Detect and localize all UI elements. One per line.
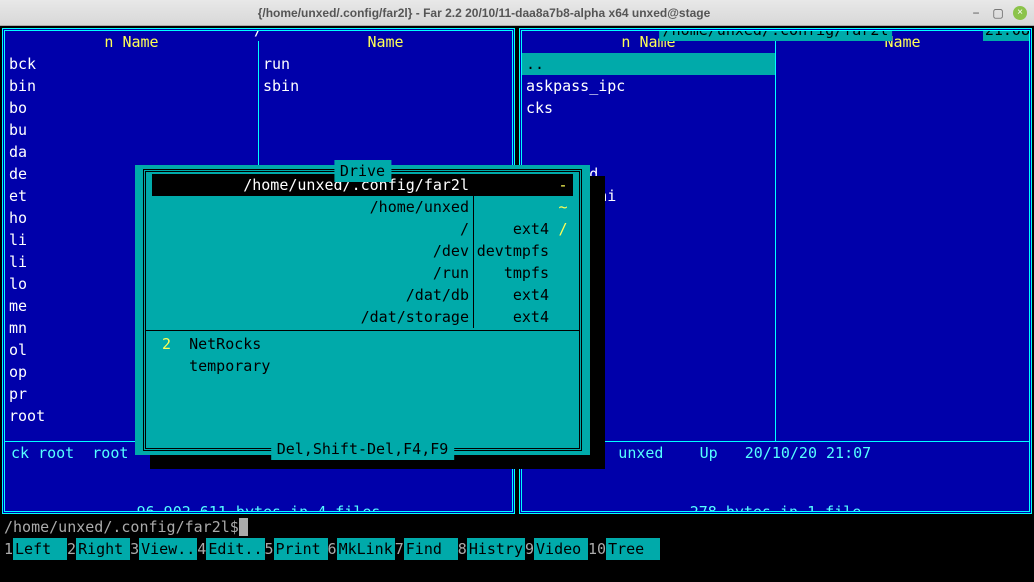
list-item[interactable]: bu [5, 119, 258, 141]
fkey-number: 1 [4, 538, 13, 560]
right-panel-summary: 278 bytes in 1 file [686, 501, 866, 514]
dialog-footer: Del,Shift-Del,F4,F9 [271, 438, 455, 460]
drive-path: /dat/db [152, 284, 473, 306]
drive-fs: ext4 [473, 218, 553, 240]
fkey-7[interactable]: 7Find [395, 538, 458, 560]
dialog-title: Drive [334, 160, 391, 182]
extra-number: 2 [162, 335, 189, 353]
drive-row[interactable]: /runtmpfs [152, 262, 573, 284]
drive-row[interactable]: /dat/dbext4 [152, 284, 573, 306]
command-prompt: /home/unxed/.config/far2l$ [4, 518, 239, 536]
fkey-4[interactable]: 4Edit.. [197, 538, 264, 560]
drive-extra-row[interactable]: temporary [152, 355, 573, 377]
cursor-icon [239, 518, 248, 536]
fkey-number: 2 [67, 538, 76, 560]
fkey-3[interactable]: 3View.. [130, 538, 197, 560]
fkey-number: 8 [458, 538, 467, 560]
list-item[interactable] [522, 141, 775, 163]
drive-path: /home/unxed [152, 196, 473, 218]
drive-fs [473, 196, 553, 218]
clock: 21:08 [983, 28, 1032, 41]
fkey-5[interactable]: 5Print [265, 538, 328, 560]
fkey-9[interactable]: 9Video [525, 538, 588, 560]
fkey-label: Histry [467, 538, 525, 560]
fkey-number: 7 [395, 538, 404, 560]
fkey-10[interactable]: 10Tree [588, 538, 660, 560]
drive-fs: tmpfs [473, 262, 553, 284]
fkey-label: Tree [606, 538, 660, 560]
close-icon[interactable]: × [1012, 5, 1028, 21]
fkey-label: View.. [139, 538, 197, 560]
command-line[interactable]: /home/unxed/.config/far2l$ [0, 516, 1034, 538]
column-header: Name [259, 31, 512, 53]
list-item[interactable]: bo [5, 97, 258, 119]
drive-fs [473, 174, 553, 196]
drive-path: /run [152, 262, 473, 284]
fkey-6[interactable]: 6MkLink [328, 538, 395, 560]
fkey-label: Video [534, 538, 588, 560]
list-item[interactable]: sbin [259, 75, 512, 97]
window-title: {/home/unxed/.config/far2l} - Far 2.2 20… [6, 6, 962, 20]
drive-row[interactable]: /ext4/ [152, 218, 573, 240]
extra-number [162, 357, 189, 375]
drive-shortcut: - [553, 174, 573, 196]
drive-shortcut [553, 306, 573, 328]
list-item[interactable]: bck [5, 53, 258, 75]
drive-fs: devtmpfs [473, 240, 553, 262]
drive-row[interactable]: /home/unxed ~ [152, 196, 573, 218]
drive-shortcut [553, 262, 573, 284]
fkey-number: 6 [328, 538, 337, 560]
drive-shortcut: ~ [553, 196, 573, 218]
fkey-8[interactable]: 8Histry [458, 538, 525, 560]
terminal: / n Name bckbinbobudadeetholililomemnolo… [0, 26, 1034, 582]
fkey-number: 5 [265, 538, 274, 560]
extra-label: NetRocks [189, 335, 261, 353]
fkey-number: 4 [197, 538, 206, 560]
fkey-2[interactable]: 2Right [67, 538, 130, 560]
drive-shortcut [553, 284, 573, 306]
list-item[interactable]: run [259, 53, 512, 75]
fkey-label: Print [274, 538, 328, 560]
fkey-label: Left [13, 538, 67, 560]
drive-shortcut: / [553, 218, 573, 240]
fkey-label: Find [404, 538, 458, 560]
drive-shortcut [553, 240, 573, 262]
drive-path: /dev [152, 240, 473, 262]
drive-path: / [152, 218, 473, 240]
fkey-label: MkLink [337, 538, 395, 560]
drive-path: /dat/storage [152, 306, 473, 328]
window-titlebar: {/home/unxed/.config/far2l} - Far 2.2 20… [0, 0, 1034, 26]
fkey-1[interactable]: 1Left [4, 538, 67, 560]
drive-row[interactable]: /dat/storageext4 [152, 306, 573, 328]
drive-row[interactable]: /devdevtmpfs [152, 240, 573, 262]
drive-dialog[interactable]: Drive /home/unxed/.config/far2l-/home/un… [135, 165, 590, 455]
list-item[interactable]: bin [5, 75, 258, 97]
list-item[interactable]: .. [522, 53, 775, 75]
list-item[interactable]: cks [522, 97, 775, 119]
drive-fs: ext4 [473, 284, 553, 306]
maximize-icon[interactable]: ▢ [990, 5, 1006, 21]
drive-extra-row[interactable]: 2 NetRocks [152, 333, 573, 355]
fkey-number: 10 [588, 538, 606, 560]
list-item[interactable] [522, 119, 775, 141]
drive-fs: ext4 [473, 306, 553, 328]
fkey-number: 3 [130, 538, 139, 560]
drive-path: /home/unxed/.config/far2l [152, 174, 473, 196]
extra-label: temporary [189, 357, 270, 375]
function-key-bar: 1Left 2Right 3View..4Edit..5Print 6MkLin… [0, 538, 1034, 560]
left-panel-path[interactable]: / [250, 28, 267, 41]
fkey-label: Right [76, 538, 130, 560]
column-header: n Name [5, 31, 258, 53]
list-item[interactable]: da [5, 141, 258, 163]
list-item[interactable]: askpass_ipc [522, 75, 775, 97]
fkey-number: 9 [525, 538, 534, 560]
minimize-icon[interactable]: − [968, 5, 984, 21]
fkey-label: Edit.. [206, 538, 264, 560]
right-panel-path[interactable]: /home/unxed/.config/far2l [659, 28, 893, 41]
left-panel-summary: 96 902 611 bytes in 4 files [133, 501, 385, 514]
